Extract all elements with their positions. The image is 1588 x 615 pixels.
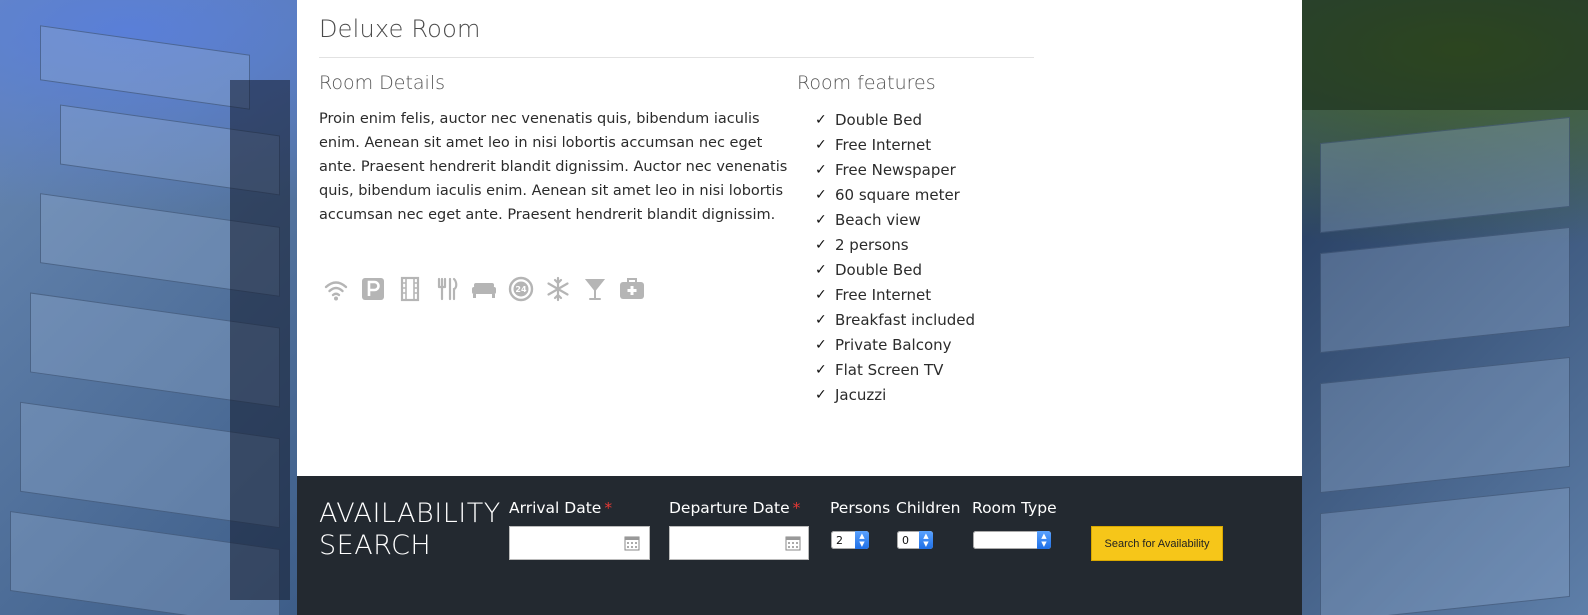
list-item: ✓ Free Internet <box>815 132 975 157</box>
room-title: Deluxe Room <box>319 15 481 43</box>
check-icon: ✓ <box>815 311 827 328</box>
required-marker: * <box>792 499 801 517</box>
feature-label: Free Newspaper <box>835 160 956 179</box>
room-panel: Deluxe Room Room Details Proin enim feli… <box>297 0 1302 476</box>
first-aid-icon <box>617 274 647 304</box>
select-stepper-icon: ▲ ▼ <box>855 531 869 549</box>
feature-label: Flat Screen TV <box>835 360 944 379</box>
list-item: ✓ Private Balcony <box>815 332 975 357</box>
feature-label: Breakfast included <box>835 310 976 329</box>
select-stepper-icon: ▲ ▼ <box>1037 531 1051 549</box>
required-marker: * <box>604 499 613 517</box>
list-item: ✓ Free Internet <box>815 282 975 307</box>
feature-label: Free Internet <box>835 285 932 304</box>
availability-title-line1: AVAILABILITY <box>319 498 501 529</box>
feature-label: Double Bed <box>835 260 922 279</box>
list-item: ✓ Double Bed <box>815 257 975 282</box>
list-item: ✓ Jacuzzi <box>815 382 975 407</box>
air-conditioning-icon <box>543 274 573 304</box>
room-type-select[interactable]: ▲ ▼ <box>973 531 1051 549</box>
check-icon: ✓ <box>815 386 827 403</box>
24h-service-icon: 24 <box>506 274 536 304</box>
wifi-icon <box>321 274 351 304</box>
feature-label: Private Balcony <box>835 335 952 354</box>
check-icon: ✓ <box>815 361 827 378</box>
svg-text:24: 24 <box>515 285 527 294</box>
title-divider <box>319 57 1034 58</box>
departure-date-label: Departure Date * <box>669 499 800 517</box>
list-item: ✓ Flat Screen TV <box>815 357 975 382</box>
check-icon: ✓ <box>815 286 827 303</box>
check-icon: ✓ <box>815 336 827 353</box>
restaurant-icon <box>432 274 462 304</box>
availability-search-bar: AVAILABILITY SEARCH Arrival Date * Depart… <box>297 476 1302 615</box>
list-item: ✓ 2 persons <box>815 232 975 257</box>
calendar-icon[interactable] <box>624 535 640 551</box>
arrival-date-label-text: Arrival Date <box>509 499 602 517</box>
bed-icon <box>469 274 499 304</box>
availability-title-line2: SEARCH <box>319 530 432 561</box>
room-details-heading: Room Details <box>319 72 446 94</box>
feature-label: 2 persons <box>835 235 909 254</box>
list-item: ✓ Breakfast included <box>815 307 975 332</box>
availability-search-title: AVAILABILITY SEARCH <box>319 498 501 562</box>
calendar-icon[interactable] <box>785 535 801 551</box>
feature-label: Free Internet <box>835 135 932 154</box>
feature-label: 60 square meter <box>835 185 960 204</box>
check-icon: ✓ <box>815 186 827 203</box>
persons-value: 2 <box>836 533 843 547</box>
departure-date-label-text: Departure Date <box>669 499 790 517</box>
check-icon: ✓ <box>815 161 827 178</box>
room-features-list: ✓ Double Bed ✓ Free Internet ✓ Free Newspap… <box>815 107 975 407</box>
film-icon <box>395 274 425 304</box>
list-item: ✓ Free Newspaper <box>815 157 975 182</box>
list-item: ✓ Beach view <box>815 207 975 232</box>
persons-select[interactable]: 2 ▲ ▼ <box>831 531 869 549</box>
list-item: ✓ 60 square meter <box>815 182 975 207</box>
search-availability-button[interactable]: Search for Availability <box>1091 526 1223 561</box>
children-select[interactable]: 0 ▲ ▼ <box>897 531 933 549</box>
select-stepper-icon: ▲ ▼ <box>919 531 933 549</box>
amenity-icons: 24 <box>321 274 647 304</box>
arrival-date-label: Arrival Date * <box>509 499 612 517</box>
feature-label: Beach view <box>835 210 921 229</box>
check-icon: ✓ <box>815 211 827 228</box>
check-icon: ✓ <box>815 236 827 253</box>
check-icon: ✓ <box>815 136 827 153</box>
parking-icon <box>358 274 388 304</box>
feature-label: Double Bed <box>835 110 922 129</box>
check-icon: ✓ <box>815 261 827 278</box>
bar-icon <box>580 274 610 304</box>
children-label: Children <box>896 499 961 517</box>
room-features-heading: Room features <box>797 72 936 94</box>
check-icon: ✓ <box>815 111 827 128</box>
room-type-label: Room Type <box>972 499 1057 517</box>
feature-label: Jacuzzi <box>835 385 887 404</box>
list-item: ✓ Double Bed <box>815 107 975 132</box>
persons-label: Persons <box>830 499 891 517</box>
children-value: 0 <box>902 533 909 547</box>
room-details-text: Proin enim felis, auctor nec venenatis q… <box>319 111 788 223</box>
